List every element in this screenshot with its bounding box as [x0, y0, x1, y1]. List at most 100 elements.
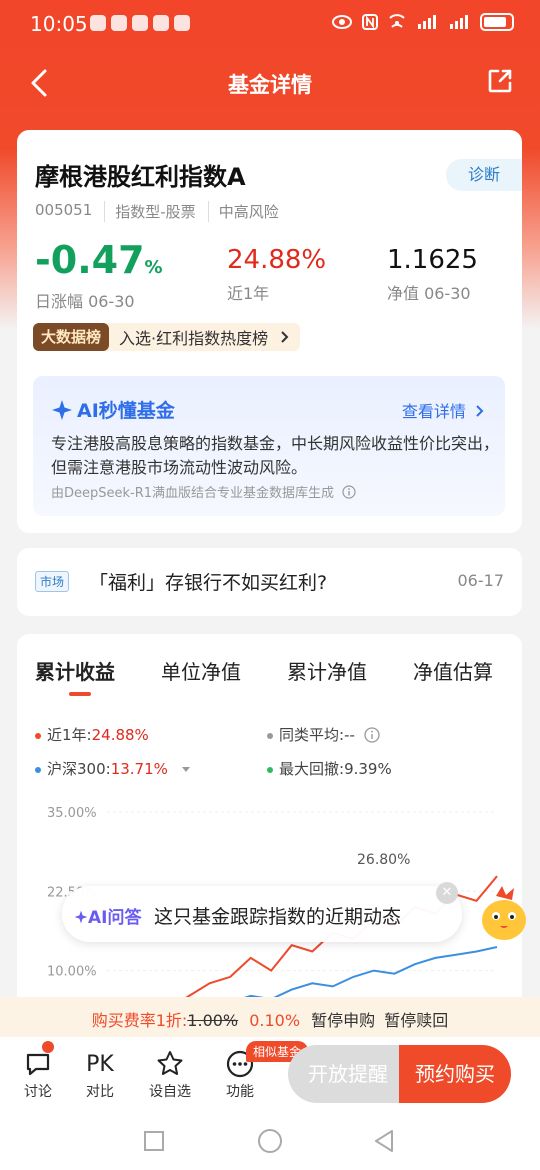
system-icons — [332, 13, 514, 31]
legend-hs300[interactable]: 沪深300:13.71% — [35, 758, 191, 779]
pk-icon: PK — [86, 1051, 114, 1077]
legend-peer-value: -- — [344, 726, 355, 744]
add-watchlist-button[interactable]: 设自选 — [140, 1047, 200, 1101]
performance-card: 累计收益 单位净值 累计净值 净值估算 近1年:24.88% 同类平均:-- 沪… — [17, 634, 522, 1014]
back-nav-icon[interactable] — [373, 1129, 395, 1153]
status-time: 10:05 — [30, 12, 88, 36]
chart-tabs: 累计收益 单位净值 累计净值 净值估算 — [17, 656, 522, 696]
peak-annotation: 26.80% — [357, 852, 410, 868]
daily-change-value: -0.47 — [35, 238, 145, 282]
legend-drawdown-label: 最大回撤: — [279, 760, 345, 778]
y-tick-label: 10.00% — [47, 965, 97, 980]
ai-ask-label: AI问答 — [74, 903, 141, 928]
function-label: 功能 — [226, 1084, 254, 1100]
legend-year-label: 近1年: — [47, 726, 92, 744]
chat-icon — [26, 1053, 50, 1076]
ai-source-text: 由DeepSeek-R1满血版结合专业基金数据库生成 — [51, 486, 335, 501]
home-icon[interactable] — [257, 1128, 283, 1154]
close-icon[interactable]: ✕ — [436, 882, 458, 904]
news-card[interactable]: 市场 「福利」存银行不如买红利? 06-17 — [17, 548, 522, 616]
open-reminder-button[interactable]: 开放提醒 — [288, 1045, 408, 1103]
signal-icon — [450, 15, 468, 29]
news-title: 「福利」存银行不如买红利? — [89, 572, 328, 594]
status-app-icons — [90, 15, 190, 31]
nav-bar: 基金详情 — [0, 55, 540, 111]
share-icon[interactable] — [486, 67, 514, 95]
ranking-tag: 大数据榜 — [33, 323, 110, 351]
notification-icon — [90, 15, 106, 31]
notification-icon — [153, 15, 169, 31]
ranking-banner[interactable]: 大数据榜 入选·红利指数热度榜 — [33, 323, 301, 351]
legend-drawdown: 最大回撤:9.39% — [267, 758, 392, 779]
tab-cumulative-return[interactable]: 累计收益 — [35, 656, 115, 685]
sparkle-icon — [74, 910, 88, 924]
ai-summary-title-text: AI秒懂基金 — [77, 400, 175, 422]
news-tag: 市场 — [35, 571, 70, 592]
fund-meta: 005051 指数型-股票 中高风险 — [35, 201, 301, 222]
ai-summary-text: 专注港股高股息策略的指数基金，中长期风险收益性价比突出，但需注意港股市场流动性波… — [51, 434, 500, 477]
discuss-button[interactable]: 讨论 — [8, 1047, 68, 1101]
star-icon — [157, 1051, 183, 1075]
year-return-stat: 24.88% 近1年 — [227, 242, 326, 304]
legend-year-value: 24.88% — [91, 726, 149, 744]
ai-source-note: 由DeepSeek-R1满血版结合专业基金数据库生成 — [51, 482, 356, 501]
watch-label: 设自选 — [149, 1084, 191, 1100]
mascot-icon[interactable] — [476, 882, 532, 946]
ai-summary-title: AI秒懂基金 — [51, 396, 175, 423]
daily-change-unit: % — [144, 257, 163, 278]
bottom-action-bar: 讨论 PK 对比 设自选 功能 相似基金 开放提醒 预约购买 — [0, 1037, 540, 1117]
signal-icon — [418, 15, 436, 29]
nfc-icon — [362, 14, 378, 30]
fee-info: 购买费率1折:1.00% 0.10% 暂停申购 暂停赎回 — [0, 1007, 540, 1031]
ai-ask-question: 这只基金跟踪指数的近期动态 — [154, 906, 402, 928]
page-title: 基金详情 — [228, 73, 312, 97]
daily-change-stat: -0.47% 日涨幅 06-30 — [35, 241, 163, 312]
compare-button[interactable]: PK 对比 — [70, 1047, 130, 1101]
compare-label: 对比 — [86, 1084, 114, 1100]
legend-peer-label: 同类平均: — [279, 726, 345, 744]
ai-summary-box: AI秒懂基金 查看详情 专注港股高股息策略的指数基金，中长期风险收益性价比突出，… — [33, 376, 505, 516]
purchase-status: 暂停申购 — [311, 1011, 376, 1030]
ai-ask-bubble[interactable]: AI问答 这只基金跟踪指数的近期动态 ✕ — [62, 882, 462, 942]
caret-down-icon — [181, 767, 190, 772]
notification-icon — [111, 15, 127, 31]
fee-bar: 购买费率1折:1.00% 0.10% 暂停申购 暂停赎回 — [0, 997, 540, 1037]
ai-more-link[interactable]: 查看详情 — [402, 398, 485, 422]
battery-icon — [480, 13, 514, 31]
notification-badge — [42, 1041, 54, 1053]
fund-name: 摩根港股红利指数A — [35, 163, 246, 191]
nav-stat: 1.1625 净值 06-30 — [387, 242, 478, 304]
tab-indicator — [69, 692, 91, 696]
tab-cumulative-nav[interactable]: 累计净值 — [287, 656, 367, 685]
chevron-right-icon — [476, 405, 484, 417]
notification-icon — [132, 15, 148, 31]
fund-type: 指数型-股票 — [115, 201, 209, 222]
year-return-label: 近1年 — [227, 284, 270, 303]
discuss-label: 讨论 — [24, 1084, 52, 1100]
fund-summary-card: 摩根港股红利指数A 诊断 005051 指数型-股票 中高风险 -0.47% 日… — [17, 130, 522, 533]
fee-discount: 0.10% — [249, 1011, 301, 1030]
tab-nav-estimate[interactable]: 净值估算 — [413, 656, 493, 685]
legend-year: 近1年:24.88% — [35, 724, 149, 745]
status-bar: 10:05 — [0, 0, 540, 52]
recent-apps-icon[interactable] — [143, 1130, 165, 1152]
info-icon[interactable] — [364, 727, 380, 743]
news-date: 06-17 — [457, 571, 505, 590]
tab-unit-nav[interactable]: 单位净值 — [161, 656, 241, 685]
year-return-value: 24.88% — [227, 245, 327, 275]
daily-change-label: 日涨幅 06-30 — [35, 292, 135, 311]
nav-label: 净值 06-30 — [387, 284, 471, 303]
nav-value: 1.1625 — [387, 245, 478, 275]
ranking-text: 入选·红利指数热度榜 — [119, 329, 269, 348]
fund-code: 005051 — [35, 201, 106, 222]
fund-risk: 中高风险 — [218, 203, 279, 221]
reserve-buy-button[interactable]: 预约购买 — [399, 1045, 511, 1103]
notification-icon — [174, 15, 190, 31]
fee-prefix: 购买费率1折: — [91, 1011, 188, 1030]
diagnose-button[interactable]: 诊断 — [446, 159, 522, 191]
chevron-right-icon — [281, 331, 289, 343]
eye-icon — [332, 15, 352, 29]
sparkle-icon — [52, 400, 72, 420]
info-icon[interactable] — [342, 485, 356, 499]
ai-ask-label-text: AI问答 — [88, 908, 142, 928]
